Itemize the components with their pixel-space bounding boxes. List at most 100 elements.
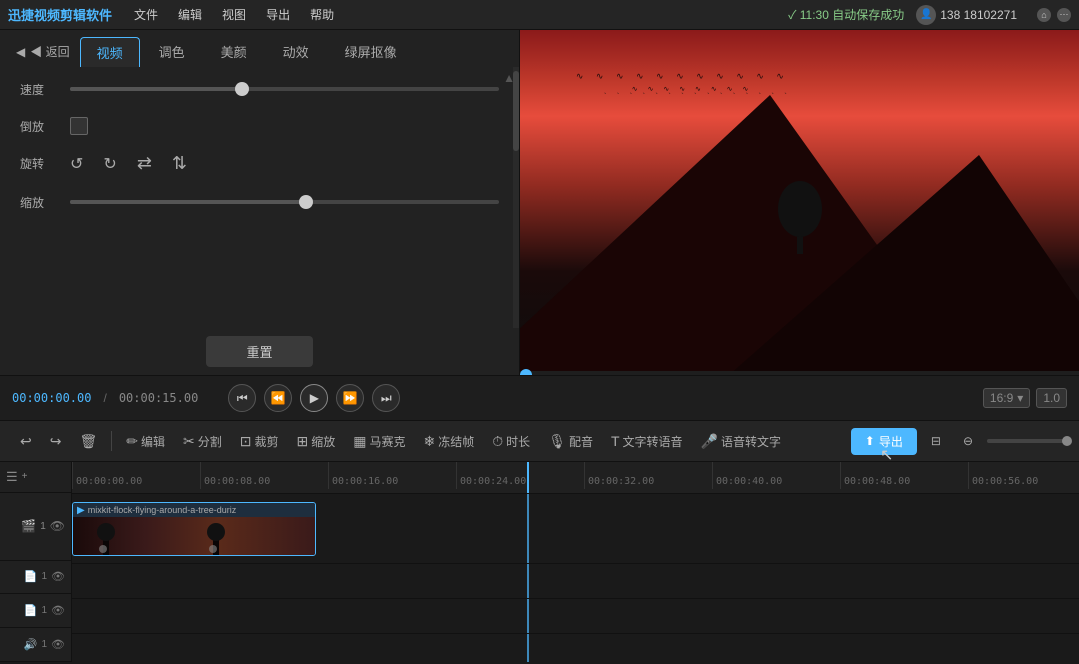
sub-track-2[interactable]: [72, 599, 1079, 634]
edit-button[interactable]: ✏ 编辑: [118, 429, 173, 454]
next-frame-button[interactable]: ⏩: [336, 384, 364, 412]
edit-label: 编辑: [141, 433, 165, 450]
mosaic-button[interactable]: ▦ 马赛克: [345, 429, 413, 454]
export-button[interactable]: ⬆ 导出: [851, 428, 917, 455]
scroll-up-arrow[interactable]: ▲: [503, 71, 515, 85]
menu-bar: 迅捷视频剪辑软件 文件 编辑 视图 导出 帮助 ✓ 11:30 自动保存成功 👤…: [0, 0, 1079, 30]
timeline-tracks: ▶ mixkit-flock-flying-around-a-tree-duri…: [72, 494, 1079, 662]
play-button[interactable]: ▶: [300, 384, 328, 412]
undo-icon: ↩: [20, 433, 32, 450]
delete-icon: 🗑: [79, 433, 97, 450]
crop-label: 裁剪: [254, 433, 278, 450]
timeline-add-icon[interactable]: +: [22, 471, 28, 482]
clip-thumbnail: [73, 517, 315, 555]
freeze-button[interactable]: ❄ 冻结帧: [416, 429, 483, 454]
sub-track-1[interactable]: [72, 564, 1079, 599]
mosaic-icon: ▦: [353, 433, 366, 450]
mosaic-label: 马赛克: [369, 433, 405, 450]
timeline-ruler[interactable]: 00:00:00.00 00:00:08.00 00:00:16.00 00:0…: [72, 462, 1079, 494]
reverse-checkbox[interactable]: [70, 117, 88, 135]
zoom-button[interactable]: ⊞ 缩放: [289, 429, 344, 454]
ratio-selector[interactable]: 16:9 ▾: [983, 388, 1030, 408]
sub-track-1-icon: 📄: [24, 570, 38, 583]
ruler-mark-5: 00:00:40.00: [712, 462, 840, 489]
home-button[interactable]: ⌂: [1037, 8, 1051, 22]
scale-thumb[interactable]: [299, 195, 313, 209]
sub-track-3[interactable]: [72, 634, 1079, 662]
timeline-playhead: [527, 462, 529, 493]
properties-container: ▲ 速度 倒放: [0, 67, 519, 328]
video-clip[interactable]: ▶ mixkit-flock-flying-around-a-tree-duri…: [72, 502, 316, 556]
menu-edit[interactable]: 编辑: [170, 4, 210, 25]
prev-button[interactable]: ⏮: [228, 384, 256, 412]
crop-icon: ⊡: [240, 433, 252, 450]
tree-svg: [770, 174, 830, 254]
flip-v-icon[interactable]: ⇅: [172, 153, 187, 174]
speed-slider[interactable]: [70, 79, 499, 99]
zoom-slider[interactable]: [987, 439, 1067, 443]
redo-button[interactable]: ↪: [42, 429, 70, 454]
playhead-indicator[interactable]: [520, 369, 532, 375]
reset-button[interactable]: 重置: [206, 336, 312, 367]
video-track[interactable]: ▶ mixkit-flock-flying-around-a-tree-duri…: [72, 494, 1079, 564]
scale-track: [70, 200, 499, 204]
toolbar: ↩ ↪ 🗑 ✏ 编辑 ✂ 分割 ⊡ 裁剪 ⊞ 缩放 ▦ 马赛克 ❄ 冻结帧 ⏱ …: [0, 420, 1079, 462]
more-button[interactable]: ⋯: [1057, 8, 1071, 22]
timeline-menu-icon[interactable]: ☰: [6, 469, 18, 485]
zoom-label: 缩放: [311, 433, 335, 450]
back-button[interactable]: ◀ ◀ 返回: [8, 39, 78, 64]
preview-video: ` ` ` ` ` ` ` ` ` ` ` ` ` ` ` ∿ ∿ ∿ ∿ ∿ …: [520, 30, 1079, 375]
prev-frame-button[interactable]: ⏪: [264, 384, 292, 412]
rotate-ccw-icon[interactable]: ↺: [70, 154, 83, 174]
ratio-chevron-icon: ▾: [1017, 391, 1023, 405]
zoom-thumb[interactable]: [1062, 436, 1072, 446]
menu-export[interactable]: 导出: [258, 4, 298, 25]
zoom-out-button[interactable]: ⊖: [955, 430, 981, 452]
speed-track: [70, 87, 499, 91]
next-button[interactable]: ⏭: [372, 384, 400, 412]
menu-help[interactable]: 帮助: [302, 4, 342, 25]
flip-h-icon[interactable]: ⇄: [137, 153, 152, 174]
sub-eye-2-icon[interactable]: 👁: [51, 604, 65, 617]
toolbar-right: ⬆ 导出 ⊟ ⊖: [851, 428, 1067, 455]
ruler-mark-1: 00:00:08.00: [200, 462, 328, 489]
tab-chroma[interactable]: 绿屏抠像: [328, 36, 414, 67]
sub-eye-3-icon[interactable]: 👁: [51, 638, 65, 651]
sub-track-label-2: 📄 1 👁: [0, 594, 71, 628]
user-info[interactable]: 👤 138 18102271: [916, 5, 1017, 25]
video-track-count: 1: [40, 521, 46, 532]
menu-file[interactable]: 文件: [126, 4, 166, 25]
speed-fill: [70, 87, 242, 91]
ruler-mark-7: 00:00:56.00: [968, 462, 1079, 489]
sub-eye-1-icon[interactable]: 👁: [51, 570, 65, 583]
video-track-icon: 🎬: [21, 519, 36, 533]
tts-button[interactable]: T 文字转语音: [603, 429, 691, 454]
delete-button[interactable]: 🗑: [71, 429, 105, 454]
dubbing-button[interactable]: 🎙 配音: [540, 429, 601, 454]
crop-button[interactable]: ⊡ 裁剪: [232, 429, 287, 454]
split-button[interactable]: ✂ 分割: [175, 429, 230, 454]
duration-button[interactable]: ⏱ 时长: [484, 429, 538, 454]
tab-video[interactable]: 视频: [80, 37, 140, 67]
eye-icon[interactable]: 👁: [50, 519, 65, 533]
menu-view[interactable]: 视图: [214, 4, 254, 25]
ratio-controls: 16:9 ▾ 1.0: [983, 388, 1067, 408]
speed-thumb[interactable]: [235, 82, 249, 96]
scale-slider[interactable]: [70, 192, 499, 212]
playback-controls: ⏮ ⏪ ▶ ⏩ ⏭: [228, 384, 400, 412]
tab-effects[interactable]: 动效: [266, 36, 326, 67]
undo-button[interactable]: ↩: [12, 429, 40, 454]
toolbar-separator-1: [111, 431, 112, 451]
rotate-controls: ↺ ↻ ⇄ ⇅: [70, 153, 187, 174]
save-status: ✓ 11:30 自动保存成功: [788, 6, 904, 23]
screen-view-button[interactable]: ⊟: [923, 430, 949, 452]
tab-beauty[interactable]: 美颜: [204, 36, 264, 67]
tabs-row: ◀ ◀ 返回 视频 调色 美颜 动效 绿屏抠像: [0, 30, 519, 67]
timeline-main: 00:00:00.00 00:00:08.00 00:00:16.00 00:0…: [72, 462, 1079, 662]
dubbing-icon: 🎙: [548, 433, 566, 450]
rotate-cw-icon[interactable]: ↻: [103, 154, 116, 174]
tab-color[interactable]: 调色: [142, 36, 202, 67]
timeline-top-controls: ☰ +: [0, 462, 71, 493]
stt-button[interactable]: 🎤 语音转文字: [693, 429, 789, 454]
user-avatar: 👤: [916, 5, 936, 25]
